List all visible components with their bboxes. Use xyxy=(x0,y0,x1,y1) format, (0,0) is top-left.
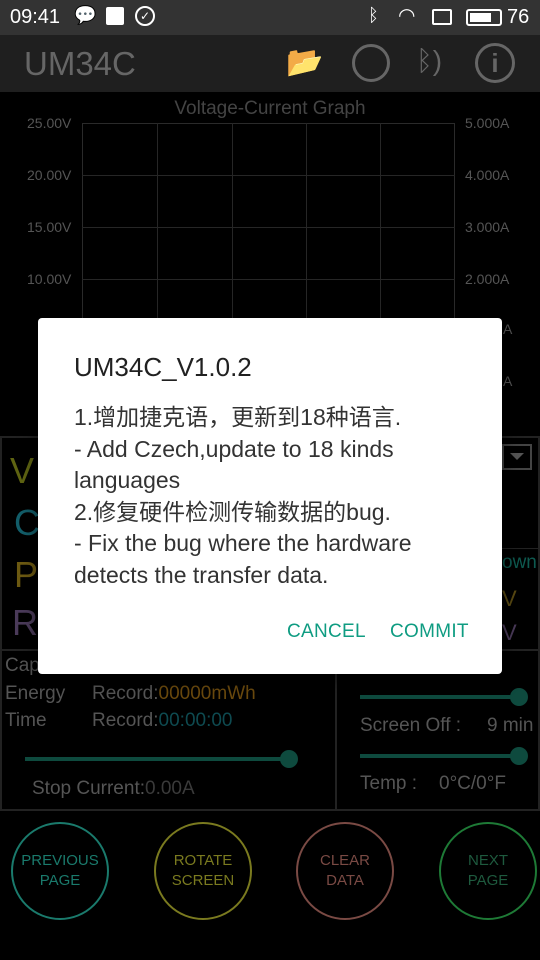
dialog-title: UM34C_V1.0.2 xyxy=(74,352,252,382)
right-tick: A xyxy=(503,321,513,337)
globe-icon[interactable] xyxy=(352,44,390,82)
right-tick: 5.000A xyxy=(465,115,510,131)
bluetooth-signal-icon[interactable]: ᛒ) xyxy=(416,45,442,77)
screen-off-label: Screen Off : xyxy=(360,715,462,736)
capacity-label: Cap xyxy=(5,655,40,676)
clock: 09:41 xyxy=(10,6,61,28)
next-page-button[interactable]: NEXT PAGE xyxy=(439,822,537,920)
right-tick: 3.000A xyxy=(465,219,510,235)
time-record: Record:00:00:00 xyxy=(92,710,233,731)
changelog-line: 1.增加捷克语，更新到18种语言. xyxy=(74,404,402,430)
battery-icon xyxy=(466,9,502,26)
bluetooth-icon: ᛒ xyxy=(368,5,379,25)
wifi-icon: ◠ xyxy=(398,5,416,27)
info-icon[interactable]: i xyxy=(475,43,515,83)
changelog-line: - Add Czech,update to 18 kinds languages xyxy=(74,435,394,494)
right-tick: 4.000A xyxy=(465,167,510,183)
screen-off-value: 9 min xyxy=(487,715,534,736)
status-bar: 09:41 💬 ✓ ᛒ ◠ 76 xyxy=(0,0,540,35)
chevron-down-icon xyxy=(510,453,524,460)
chat-icon: 💬 xyxy=(74,5,97,25)
energy-label: Energy xyxy=(5,683,66,704)
time-label: Time xyxy=(5,710,47,731)
fragment-text: V xyxy=(502,620,517,645)
sim-icon xyxy=(432,9,452,25)
brightness-slider[interactable] xyxy=(360,688,528,706)
changelog-line: 2.修复硬件检测传输数据的bug. xyxy=(74,498,391,525)
left-tick: 20.00V xyxy=(27,167,72,183)
stop-current: Stop Current:0.00A xyxy=(32,778,195,799)
dropdown-button[interactable] xyxy=(502,444,532,470)
energy-record: Record:00000mWh xyxy=(92,683,256,704)
power-label: P xyxy=(14,554,39,595)
right-tick: 2.000A xyxy=(465,271,510,287)
stop-current-slider[interactable] xyxy=(25,750,298,768)
graph-title: Voltage-Current Graph xyxy=(174,98,366,119)
rotate-screen-button[interactable]: ROTATE SCREEN xyxy=(154,822,252,920)
fragment-text: own xyxy=(502,552,537,573)
app-title: UM34C xyxy=(24,45,136,82)
clear-data-button[interactable]: CLEAR DATA xyxy=(296,822,394,920)
cancel-button[interactable]: CANCEL xyxy=(287,621,366,643)
battery-percent: 76 xyxy=(507,6,530,28)
current-label: C xyxy=(14,502,40,543)
commit-button[interactable]: COMMIT xyxy=(390,621,469,643)
temp-value: 0°C/0°F xyxy=(439,773,506,794)
left-tick: 15.00V xyxy=(27,219,72,235)
temp-label: Temp : xyxy=(360,773,418,794)
mail-icon xyxy=(106,7,124,25)
left-tick: 25.00V xyxy=(27,115,72,131)
resistance-label: R xyxy=(12,602,38,643)
check-circle-icon: ✓ xyxy=(135,6,155,26)
changelog-line: - Fix the bug where the hardware detects… xyxy=(74,530,412,588)
fragment-text: V xyxy=(502,586,517,611)
right-tick: A xyxy=(503,373,513,389)
folder-open-icon[interactable]: 📂 xyxy=(286,45,323,80)
app-bar: UM34C 📂 ᛒ) i xyxy=(0,35,540,92)
dialog-message: 1.增加捷克语，更新到18种语言. - Add Czech,update to … xyxy=(74,402,484,591)
voltage-label: V xyxy=(10,450,35,491)
previous-page-button[interactable]: PREVIOUS PAGE xyxy=(11,822,109,920)
screen-off-slider[interactable] xyxy=(360,747,528,765)
left-tick: 10.00V xyxy=(27,271,72,287)
update-dialog: UM34C_V1.0.2 1.增加捷克语，更新到18种语言. - Add Cze… xyxy=(38,318,502,674)
